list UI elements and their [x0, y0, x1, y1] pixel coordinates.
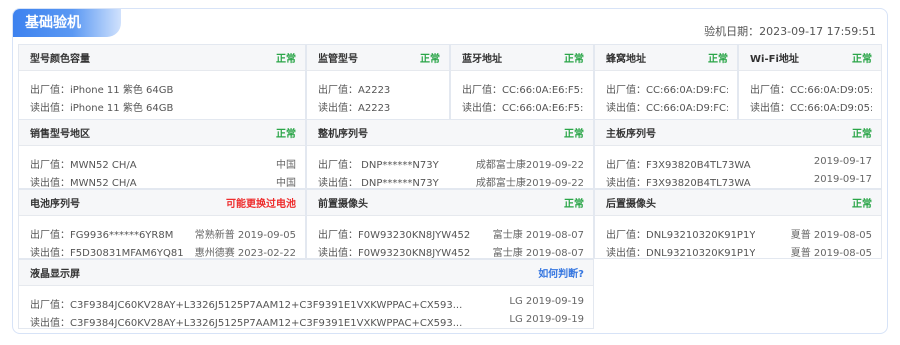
cell-regulatory-model: 监管型号 正常 出厂值：A2223 读出值：A2223	[306, 44, 450, 122]
cell-cellular-address: 蜂窝地址 正常 出厂值：CC:66:0A:D9:FC:71 读出值：CC:66:0…	[594, 44, 738, 122]
cell-title: 型号颜色容量	[30, 54, 90, 65]
read-extra: 2019-09-17	[813, 174, 872, 185]
factory-value: 出厂值：MWN52 CH/A	[30, 160, 137, 171]
factory-value: 出厂值：F0W93230KN8JYW452	[318, 230, 471, 241]
read-value: 读出值：F3X93820B4TL73WA	[606, 178, 751, 189]
inspection-date: 验机日期：2023-09-17 17:59:51	[704, 25, 876, 38]
status-badge: 正常	[852, 54, 872, 65]
cell-title: 整机序列号	[318, 129, 368, 140]
factory-value: 出厂值： DNP******N73Y	[318, 160, 439, 171]
read-value: 读出值：iPhone 11 紫色 64GB	[30, 103, 174, 114]
cell-title: 后置摄像头	[606, 199, 656, 210]
read-value: 读出值：C3F9384JC60KV28AY+L3326J5125P7AAM12+…	[30, 318, 463, 329]
factory-value: 出厂值：DNL93210320K91P1Y	[606, 230, 756, 241]
read-extra: 中国	[276, 178, 296, 189]
cell-lcd-display: 液晶显示屏 如何判断? 出厂值：C3F9384JC60KV28AY+L3326J5…	[18, 259, 594, 329]
cell-title: 销售型号地区	[30, 129, 90, 140]
factory-extra: 2019-09-17	[813, 156, 872, 167]
cell-model-color-capacity: 型号颜色容量 正常 出厂值：iPhone 11 紫色 64GB 读出值：iPhon…	[18, 44, 306, 122]
cell-bluetooth-address: 蓝牙地址 正常 出厂值：CC:66:0A:E6:F5:8C 读出值：CC:66:0…	[450, 44, 594, 122]
factory-value: 出厂值：CC:66:0A:E6:F5:8C	[462, 85, 584, 96]
status-badge: 正常	[708, 54, 728, 65]
read-value: 读出值：F5D30831MFAM6YQ81	[30, 248, 184, 259]
factory-value: 出厂值：iPhone 11 紫色 64GB	[30, 85, 174, 96]
factory-extra: 富士康 2019-08-07	[492, 230, 584, 241]
status-badge: 正常	[852, 199, 872, 210]
factory-value: 出厂值：CC:66:0A:D9:FC:71	[606, 85, 728, 96]
cell-battery-serial: 电池序列号 可能更换过电池 出厂值：FG9936******6YR8M 常熟新普 2…	[18, 189, 306, 259]
factory-extra: 成都富士康2019-09-22	[475, 160, 584, 171]
read-value: 读出值：A2223	[318, 103, 391, 114]
read-value: 读出值：DNL93210320K91P1Y	[606, 248, 756, 259]
status-badge: 可能更换过电池	[226, 199, 296, 210]
panel-title: 基础验机	[13, 9, 121, 37]
status-badge: 正常	[276, 129, 296, 140]
cell-board-serial: 主板序列号 正常 出厂值：F3X93820B4TL73WA 2019-09-17 读…	[594, 119, 882, 189]
read-extra: 成都富士康2019-09-22	[475, 178, 584, 189]
cell-title: 液晶显示屏	[30, 269, 80, 280]
cell-title: 监管型号	[318, 54, 358, 65]
factory-extra: LG 2019-09-19	[509, 296, 584, 307]
factory-extra: 夏普 2019-08-05	[790, 230, 872, 241]
read-extra: LG 2019-09-19	[509, 314, 584, 325]
cell-front-camera: 前置摄像头 正常 出厂值：F0W93230KN8JYW452 富士康 2019-08…	[306, 189, 594, 259]
cell-title: 主板序列号	[606, 129, 656, 140]
read-value: 读出值：F0W93230KN8JYW452	[318, 248, 471, 259]
read-value: 读出值：MWN52 CH/A	[30, 178, 137, 189]
read-extra: 富士康 2019-08-07	[492, 248, 584, 259]
status-badge: 正常	[420, 54, 440, 65]
basic-inspection-panel: 基础验机 验机日期：2023-09-17 17:59:51 型号颜色容量 正常 出…	[12, 8, 888, 334]
cell-title: Wi-Fi地址	[750, 54, 799, 65]
cell-rear-camera: 后置摄像头 正常 出厂值：DNL93210320K91P1Y 夏普 2019-08-…	[594, 189, 882, 259]
read-extra: 夏普 2019-08-05	[790, 248, 872, 259]
cell-wifi-address: Wi-Fi地址 正常 出厂值：CC:66:0A:D9:05:20 读出值：CC:6…	[738, 44, 882, 122]
cell-device-serial: 整机序列号 正常 出厂值： DNP******N73Y 成都富士康2019-09-2…	[306, 119, 594, 189]
status-badge: 正常	[276, 54, 296, 65]
cell-title: 电池序列号	[30, 199, 80, 210]
factory-value: 出厂值：A2223	[318, 85, 391, 96]
read-value: 读出值： DNP******N73Y	[318, 178, 439, 189]
read-value: 读出值：CC:66:0A:D9:FC:71	[606, 103, 728, 114]
status-badge: 正常	[564, 199, 584, 210]
factory-extra: 中国	[276, 160, 296, 171]
read-value: 读出值：CC:66:0A:E6:F5:8C	[462, 103, 584, 114]
status-badge: 正常	[564, 54, 584, 65]
cell-title: 蜂窝地址	[606, 54, 646, 65]
factory-extra: 常熟新普 2019-09-05	[194, 230, 296, 241]
how-to-judge-link[interactable]: 如何判断?	[538, 265, 584, 280]
factory-value: 出厂值：F3X93820B4TL73WA	[606, 160, 751, 171]
read-extra: 惠州德赛 2023-02-22	[194, 248, 296, 259]
read-value: 读出值：CC:66:0A:D9:05:20	[750, 103, 872, 114]
cell-title: 前置摄像头	[318, 199, 368, 210]
cell-sales-model-region: 销售型号地区 正常 出厂值：MWN52 CH/A 中国 读出值：MWN52 CH/A…	[18, 119, 306, 189]
cell-title: 蓝牙地址	[462, 54, 502, 65]
factory-value: 出厂值：FG9936******6YR8M	[30, 230, 174, 241]
factory-value: 出厂值：CC:66:0A:D9:05:20	[750, 85, 872, 96]
status-badge: 正常	[564, 129, 584, 140]
factory-value: 出厂值：C3F9384JC60KV28AY+L3326J5125P7AAM12+…	[30, 300, 463, 311]
status-badge: 正常	[852, 129, 872, 140]
